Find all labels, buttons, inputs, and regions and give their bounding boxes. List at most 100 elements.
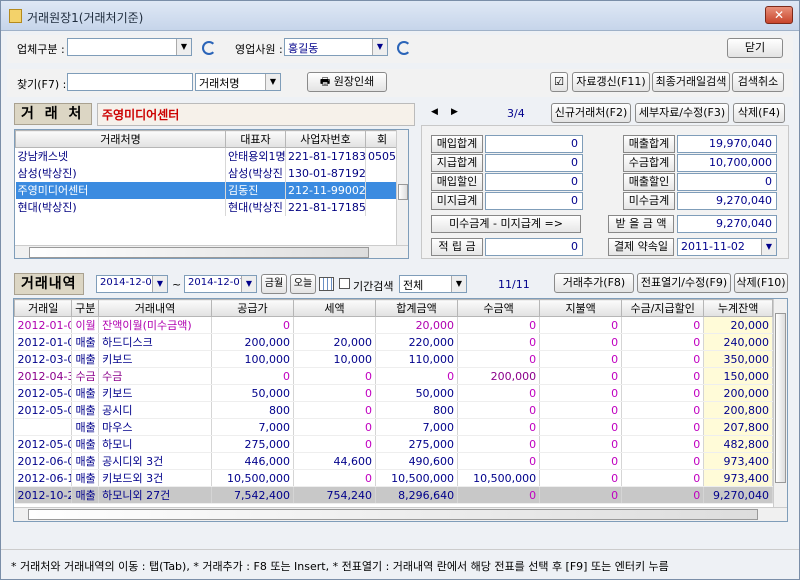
refresh-data-button[interactable]: 자료갱신(F11) <box>572 72 650 92</box>
table-row[interactable]: 현대(박상진) 현대(박상진 221-81-17185 <box>15 198 399 216</box>
column-header[interactable]: 사업자번호 <box>285 130 366 148</box>
checklist-icon[interactable]: ☑ <box>550 72 568 92</box>
cell-date: 2012-03-03 <box>14 350 73 368</box>
print-ledger-button[interactable]: 🖶 원장인쇄 <box>307 72 387 92</box>
column-header[interactable]: 공급가 <box>210 299 294 317</box>
cancel-search-button[interactable]: 검색취소 <box>732 72 784 92</box>
scroll-thumb[interactable] <box>775 313 786 483</box>
close-button[interactable]: 닫기 <box>727 38 783 58</box>
cell-supply: 0 <box>211 367 294 385</box>
chevron-down-icon: ▼ <box>451 276 466 292</box>
close-window-button[interactable]: ✕ <box>765 6 793 24</box>
table-row-selected[interactable]: 2012-10-27매출하모니외 27건7,542,400754,2408,29… <box>14 486 773 504</box>
cell-desc: 공시디외 3건 <box>98 452 212 470</box>
table-row[interactable]: 2012-01-01이월잔액이월(미수금액)020,00000020,000 <box>14 316 773 334</box>
cell-supply: 800 <box>211 401 294 419</box>
column-header[interactable]: 세액 <box>292 299 377 317</box>
cell-date <box>14 418 73 436</box>
cell-type: 매출 <box>71 350 100 368</box>
table-row[interactable]: 2012-04-30수금수금000200,00000150,000 <box>14 367 773 385</box>
column-header[interactable]: 수금/지급할인 <box>621 299 705 317</box>
column-header[interactable]: 합계금액 <box>375 299 459 317</box>
calendar-icon[interactable] <box>319 277 334 291</box>
cell-total: 7,000 <box>375 418 459 436</box>
column-header[interactable]: 구분 <box>71 299 100 317</box>
customer-hscroll[interactable] <box>15 245 408 258</box>
cell-supply: 275,000 <box>211 435 294 453</box>
cell-total: 8,296,640 <box>375 486 459 504</box>
date-from-select[interactable]: 2014-12-07 ▼ <box>96 275 168 293</box>
customer-grid[interactable]: 거래처명 대표자 사업자번호 회 강남캐스넷 안태용외1명 221-81-17183… <box>14 129 409 259</box>
transactions-hscroll[interactable] <box>14 507 787 521</box>
cell-tax: 44,600 <box>293 452 377 470</box>
transaction-filter-select[interactable]: 전체 ▼ <box>399 275 467 293</box>
period-search-checkbox[interactable] <box>339 278 350 289</box>
new-customer-button[interactable]: 신규거래처(F2) <box>551 103 631 123</box>
table-row-selected[interactable]: 주영미디어센터 김동진 212-11-99002 <box>15 181 399 199</box>
vendor-type-select[interactable]: ▼ <box>67 38 192 56</box>
table-row[interactable]: 2012-01-02매출하드디스크200,00020,000220,000000… <box>14 333 773 351</box>
table-row[interactable]: 2012-05-06매출하모니275,0000275,000000482,800 <box>14 435 773 453</box>
today-button[interactable]: 오늘 <box>290 274 316 294</box>
column-header[interactable]: 거래일 <box>14 299 73 317</box>
filter-panel-1: 업체구분 : ▼ 영업사원 : 홍길동 ▼ 닫기 <box>7 35 793 63</box>
transactions-grid[interactable]: 거래일 구분 거래내역 공급가 세액 합계금액 수금액 지불액 수금/지급할인 … <box>13 298 788 522</box>
cell-desc: 하모니외 27건 <box>98 486 212 504</box>
cell-total: 10,500,000 <box>375 469 459 487</box>
nav-first-icon[interactable]: ◀ <box>431 107 438 117</box>
scroll-thumb[interactable] <box>398 184 408 200</box>
scroll-thumb[interactable] <box>28 509 758 520</box>
column-header[interactable]: 대표자 <box>225 130 286 148</box>
cell-recv: 10,500,000 <box>457 469 541 487</box>
table-row[interactable]: 강남캐스넷 안태용외1명 221-81-17183 0505- <box>15 147 399 165</box>
column-header[interactable]: 지불액 <box>539 299 623 317</box>
delete-transaction-button[interactable]: 삭제(F10) <box>734 273 788 293</box>
cell-date: 2012-05-06 <box>14 435 73 453</box>
cell-recv: 0 <box>457 350 541 368</box>
open-voucher-button[interactable]: 전표열기/수정(F9) <box>637 273 731 293</box>
customer-section-title: 거 래 처 <box>14 103 92 125</box>
table-row[interactable]: 2012-06-11매출키보드외 3건10,500,000010,500,000… <box>14 469 773 487</box>
cell-type: 수금 <box>71 367 100 385</box>
last-date-search-button[interactable]: 최종거래일검색 <box>652 72 730 92</box>
customer-detail-button[interactable]: 세부자료/수정(F3) <box>635 103 729 123</box>
add-transaction-button[interactable]: 거래추가(F8) <box>554 273 634 293</box>
table-row[interactable]: 삼성(박상진) 삼성(박상진 130-01-87192 <box>15 164 399 182</box>
delete-customer-button[interactable]: 삭제(F4) <box>733 103 785 123</box>
column-header[interactable]: 수금액 <box>457 299 541 317</box>
table-row[interactable]: 2012-06-09매출공시디외 3건446,00044,600490,6000… <box>14 452 773 470</box>
refresh-icon[interactable] <box>202 41 216 55</box>
reserve-label: 적 립 금 <box>431 238 483 256</box>
customer-vscroll[interactable] <box>396 130 408 245</box>
cell-total: 275,000 <box>375 435 459 453</box>
help-footer: * 거래처와 거래내역의 이동 : 탭(Tab), * 거래추가 : F8 또는… <box>1 549 799 579</box>
column-header[interactable]: 거래내역 <box>98 299 212 317</box>
chevron-down-icon: ▼ <box>152 276 167 292</box>
sales-rep-select[interactable]: 홍길동 ▼ <box>284 38 388 56</box>
cell-paid: 0 <box>539 316 623 334</box>
cell-bal: 207,800 <box>703 418 773 436</box>
cell-supply: 446,000 <box>211 452 294 470</box>
transactions-vscroll[interactable] <box>773 299 787 507</box>
sales-discount-value: 0 <box>677 173 777 191</box>
find-input[interactable] <box>67 73 193 91</box>
column-header[interactable]: 누계잔액 <box>703 299 773 317</box>
date-to-select[interactable]: 2014-12-07 ▼ <box>184 275 257 293</box>
cell-supply: 50,000 <box>211 384 294 402</box>
table-row[interactable]: 2012-03-03매출키보드100,00010,000110,00000035… <box>14 350 773 368</box>
table-row[interactable]: 매출 마우스 7,000 0 7,000 0 0 0 207,800 <box>14 418 773 436</box>
scroll-thumb[interactable] <box>29 247 369 258</box>
cell-desc: 잔액이월(미수금액) <box>98 316 212 334</box>
refresh-icon[interactable] <box>397 41 411 55</box>
table-row[interactable]: 2012-05-01매출키보드50,000050,000000200,000 <box>14 384 773 402</box>
table-row[interactable]: 2012-05-05매출공시디8000800000200,800 <box>14 401 773 419</box>
cell-tax: 0 <box>293 435 377 453</box>
nav-last-icon[interactable]: ▶ <box>451 107 458 117</box>
find-field-select[interactable]: 거래처명 ▼ <box>195 73 281 91</box>
this-month-button[interactable]: 금월 <box>261 274 287 294</box>
column-header[interactable]: 회 <box>365 130 399 148</box>
cell-date: 2012-06-09 <box>14 452 73 470</box>
cell-recv: 0 <box>457 435 541 453</box>
column-header[interactable]: 거래처명 <box>15 130 226 148</box>
promise-date-select[interactable]: 2011-11-02 ▼ <box>677 238 777 256</box>
